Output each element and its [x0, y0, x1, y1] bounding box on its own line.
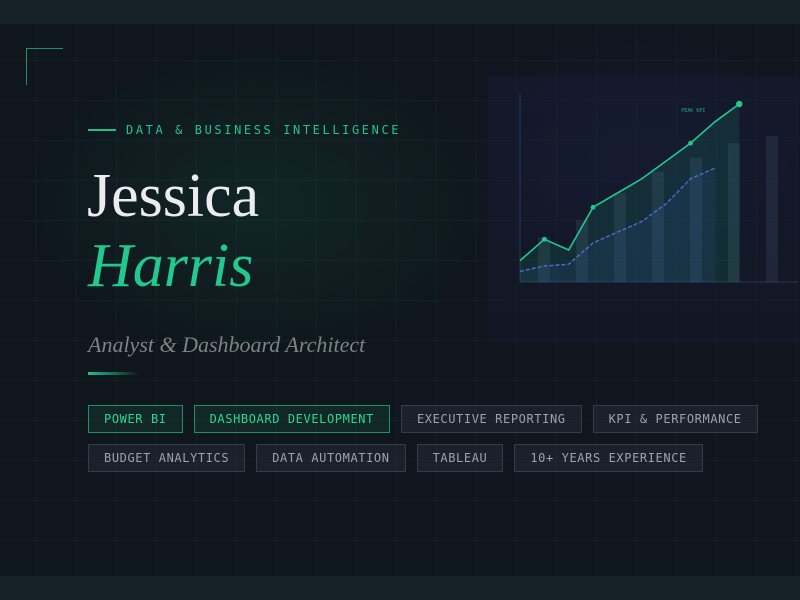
job-title: Analyst & Dashboard Architect — [88, 332, 366, 357]
series-1-point — [541, 236, 547, 242]
tag-row: POWER BI DASHBOARD DEVELOPMENT EXECUTIVE R… — [88, 405, 788, 433]
tag-row: BUDGET ANALYTICS DATA AUTOMATION TABLEAU 10… — [88, 444, 788, 472]
series-1-area — [520, 104, 740, 282]
skill-tag: EXECUTIVE REPORTING — [400, 405, 582, 433]
skill-tag: DATA AUTOMATION — [256, 444, 406, 472]
skill-tags: POWER BI DASHBOARD DEVELOPMENT EXECUTIVE R… — [88, 405, 788, 483]
skill-tag: DASHBOARD DEVELOPMENT — [193, 405, 390, 433]
bottom-bar — [0, 576, 800, 600]
series-1-point — [688, 140, 693, 146]
hero-section: DATA & BUSINESS INTELLIGENCE Jessica Har… — [0, 24, 800, 576]
skill-tag: TABLEAU — [416, 444, 504, 472]
background-bar — [766, 136, 778, 282]
series-1-point — [736, 100, 743, 108]
chart-panel: PEAK KPI — [488, 76, 800, 344]
corner-bracket — [26, 48, 63, 85]
peak-label: PEAK KPI — [681, 108, 705, 114]
first-name: Jessica — [87, 162, 260, 230]
eyebrow-line — [88, 129, 116, 131]
skill-tag: KPI & PERFORMANCE — [592, 405, 758, 433]
accent-rule — [88, 372, 140, 375]
eyebrow-text: DATA & BUSINESS INTELLIGENCE — [126, 123, 402, 137]
skill-tag: BUDGET ANALYTICS — [88, 444, 246, 472]
top-bar — [0, 0, 800, 24]
skill-tag: 10+ YEARS EXPERIENCE — [514, 444, 703, 472]
trend-chart: PEAK KPI — [519, 94, 798, 283]
eyebrow: DATA & BUSINESS INTELLIGENCE — [88, 123, 401, 137]
skill-tag: POWER BI — [88, 405, 183, 433]
last-name: Harris — [88, 232, 254, 300]
series-1-point — [590, 204, 596, 210]
